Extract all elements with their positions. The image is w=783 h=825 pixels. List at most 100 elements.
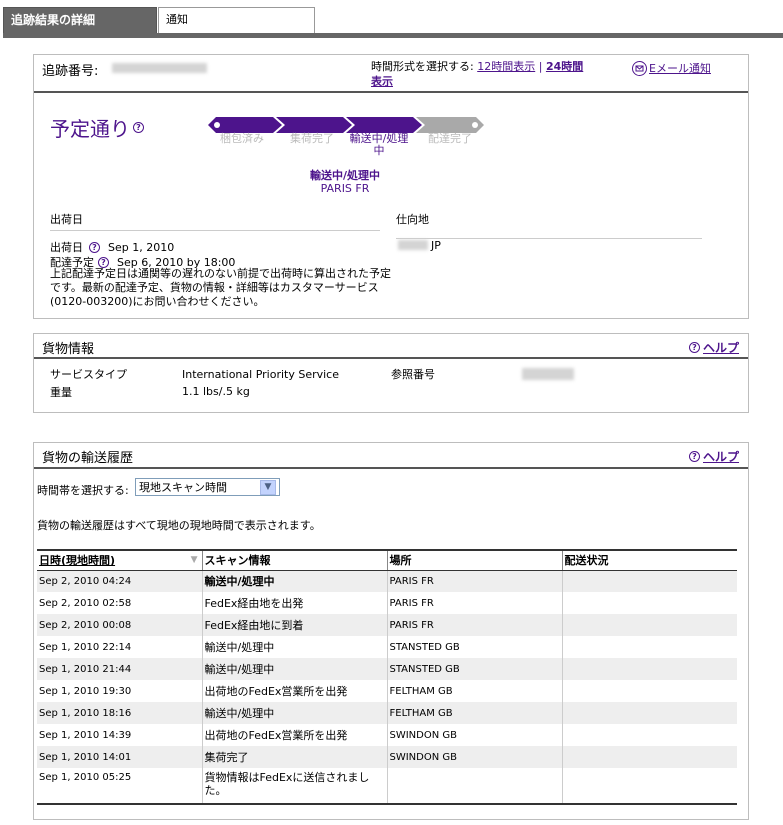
history-help-link[interactable]: ? ヘルプ xyxy=(689,448,739,465)
destination-country: JP xyxy=(431,239,441,252)
help-circle-icon[interactable]: ? xyxy=(98,256,109,268)
row-status xyxy=(562,724,737,746)
row-status xyxy=(562,746,737,768)
history-table: 日時(現地時間) ▼ スキャン情報 場所 配送状況 Sep 2, 2010 04… xyxy=(37,549,737,805)
row-status xyxy=(562,636,737,658)
current-location: PARIS FR xyxy=(320,182,370,195)
email-notify-label[interactable]: Eメール通知 xyxy=(649,60,711,76)
chevron-down-icon[interactable]: ▼ xyxy=(260,479,276,495)
destination-rule xyxy=(396,238,702,239)
cargo-divider xyxy=(34,357,748,359)
ship-date-row: 出荷日 ? Sep 1, 2010 xyxy=(50,239,174,255)
table-row: Sep 1, 2010 18:16 輸送中/処理中 FELTHAM GB xyxy=(37,702,737,724)
progress-step-in-transit xyxy=(346,117,422,133)
row-status xyxy=(562,680,737,702)
column-datetime[interactable]: 日時(現地時間) ▼ xyxy=(37,549,203,571)
origin-rule xyxy=(50,230,380,231)
row-status xyxy=(562,702,737,724)
cargo-help-link[interactable]: ? ヘルプ xyxy=(689,339,739,356)
row-status xyxy=(562,592,737,614)
column-scan-info: スキャン情報 xyxy=(202,549,388,571)
time-format-selector: 時間形式を選択する: 12時間表示 | 24時間 xyxy=(371,60,611,73)
row-datetime: Sep 1, 2010 14:01 xyxy=(37,746,203,768)
row-scan: FedEx経由地を出発 xyxy=(202,592,388,614)
progress-dot-end xyxy=(472,122,478,128)
time-24h-link-line2[interactable]: 表示 xyxy=(371,73,393,89)
history-title: 貨物の輸送履歴 xyxy=(42,451,134,466)
row-status xyxy=(562,768,737,805)
row-scan: 出荷地のFedEx営業所を出発 xyxy=(202,680,388,702)
column-delivery-status: 配送状況 xyxy=(562,549,737,571)
table-row: Sep 1, 2010 05:25 貨物情報はFedExに送信されました。 xyxy=(37,768,737,805)
progress-label-picked-up: 集荷完了 xyxy=(290,132,334,145)
table-row: Sep 1, 2010 14:01 集荷完了 SWINDON GB xyxy=(37,746,737,768)
ship-date-label: 出荷日 xyxy=(50,241,83,254)
row-location: PARIS FR xyxy=(387,592,563,614)
row-scan: 輸送中/処理中 xyxy=(202,658,388,680)
cargo-help-label[interactable]: ヘルプ xyxy=(703,339,739,356)
progress-label-in-transit: 輸送中/処理 中 xyxy=(349,132,409,157)
service-type-label: サービスタイプ xyxy=(50,368,127,381)
row-datetime: Sep 1, 2010 18:16 xyxy=(37,702,203,724)
timezone-select[interactable]: 現地スキャン時間 ▼ xyxy=(135,478,280,496)
time-12h-link[interactable]: 12時間表示 xyxy=(477,60,535,73)
origin-header: 出荷日 xyxy=(50,213,83,226)
history-help-label[interactable]: ヘルプ xyxy=(703,448,739,465)
row-location: STANSTED GB xyxy=(387,636,563,658)
history-divider xyxy=(34,467,748,469)
table-row: Sep 1, 2010 19:30 出荷地のFedEx営業所を出発 FELTHA… xyxy=(37,680,737,702)
table-row: Sep 1, 2010 21:44 輸送中/処理中 STANSTED GB xyxy=(37,658,737,680)
history-table-wrap: 日時(現地時間) ▼ スキャン情報 場所 配送状況 Sep 2, 2010 04… xyxy=(37,549,737,805)
table-row: Sep 2, 2010 04:24 輸送中/処理中 PARIS FR xyxy=(37,570,737,592)
row-location: PARIS FR xyxy=(387,570,563,592)
table-row: Sep 1, 2010 14:39 出荷地のFedEx営業所を出発 SWINDO… xyxy=(37,724,737,746)
summary-divider xyxy=(34,91,748,93)
reference-value-redacted xyxy=(522,368,574,380)
history-table-header: 日時(現地時間) ▼ スキャン情報 場所 配送状況 xyxy=(37,549,737,571)
cargo-info-title: 貨物情報 xyxy=(42,342,95,357)
row-status xyxy=(562,658,737,680)
time-format-label: 時間形式を選択する: xyxy=(371,60,474,73)
row-location: SWINDON GB xyxy=(387,724,563,746)
column-location: 場所 xyxy=(387,549,563,571)
table-row: Sep 1, 2010 22:14 輸送中/処理中 STANSTED GB xyxy=(37,636,737,658)
help-circle-icon: ? xyxy=(689,451,700,462)
tab-underline xyxy=(3,33,783,38)
row-location: FELTHAM GB xyxy=(387,702,563,724)
row-datetime: Sep 1, 2010 19:30 xyxy=(37,680,203,702)
table-row: Sep 2, 2010 00:08 FedEx経由地に到着 PARIS FR xyxy=(37,614,737,636)
help-circle-icon: ? xyxy=(689,342,700,353)
row-location: FELTHAM GB xyxy=(387,680,563,702)
row-datetime: Sep 2, 2010 00:08 xyxy=(37,614,203,636)
row-scan: 貨物情報はFedExに送信されました。 xyxy=(202,768,388,805)
weight-label: 重量 xyxy=(50,386,72,399)
row-location: SWINDON GB xyxy=(387,746,563,768)
help-circle-icon[interactable]: ? xyxy=(133,122,144,133)
row-datetime: Sep 1, 2010 14:39 xyxy=(37,724,203,746)
row-status xyxy=(562,570,737,592)
tracking-number-value xyxy=(112,63,207,73)
reference-label: 参照番号 xyxy=(391,368,435,381)
row-datetime: Sep 1, 2010 05:25 xyxy=(37,768,203,805)
table-row: Sep 2, 2010 02:58 FedEx経由地を出発 PARIS FR xyxy=(37,592,737,614)
delivery-note: 上記配達予定日は通関等の遅れのない前提で出荷時に算出された予定です。最新の配達予… xyxy=(50,267,391,308)
timezone-note: 貨物の輸送履歴はすべて現地の現地時間で表示されます。 xyxy=(37,519,321,532)
row-location: STANSTED GB xyxy=(387,658,563,680)
time-24h-link[interactable]: 24時間 xyxy=(546,60,583,73)
row-scan: FedEx経由地に到着 xyxy=(202,614,388,636)
sort-down-icon[interactable]: ▼ xyxy=(191,555,198,565)
help-circle-icon[interactable]: ? xyxy=(89,241,100,253)
destination-city-redacted xyxy=(398,240,428,250)
destination-header: 仕向地 xyxy=(396,213,429,226)
current-status: 輸送中/処理中 xyxy=(309,169,381,182)
row-scan: 集荷完了 xyxy=(202,746,388,768)
row-scan: 輸送中/処理中 xyxy=(202,702,388,724)
row-datetime: Sep 1, 2010 21:44 xyxy=(37,658,203,680)
row-datetime: Sep 1, 2010 22:14 xyxy=(37,636,203,658)
progress-dot-start xyxy=(214,122,220,128)
weight-value: 1.1 lbs/.5 kg xyxy=(182,385,250,398)
tab-notifications[interactable]: 通知 xyxy=(158,7,315,33)
email-notify-link[interactable]: Eメール通知 xyxy=(632,60,711,76)
row-location xyxy=(387,768,563,805)
timezone-label: 時間帯を選択する: xyxy=(37,484,129,497)
